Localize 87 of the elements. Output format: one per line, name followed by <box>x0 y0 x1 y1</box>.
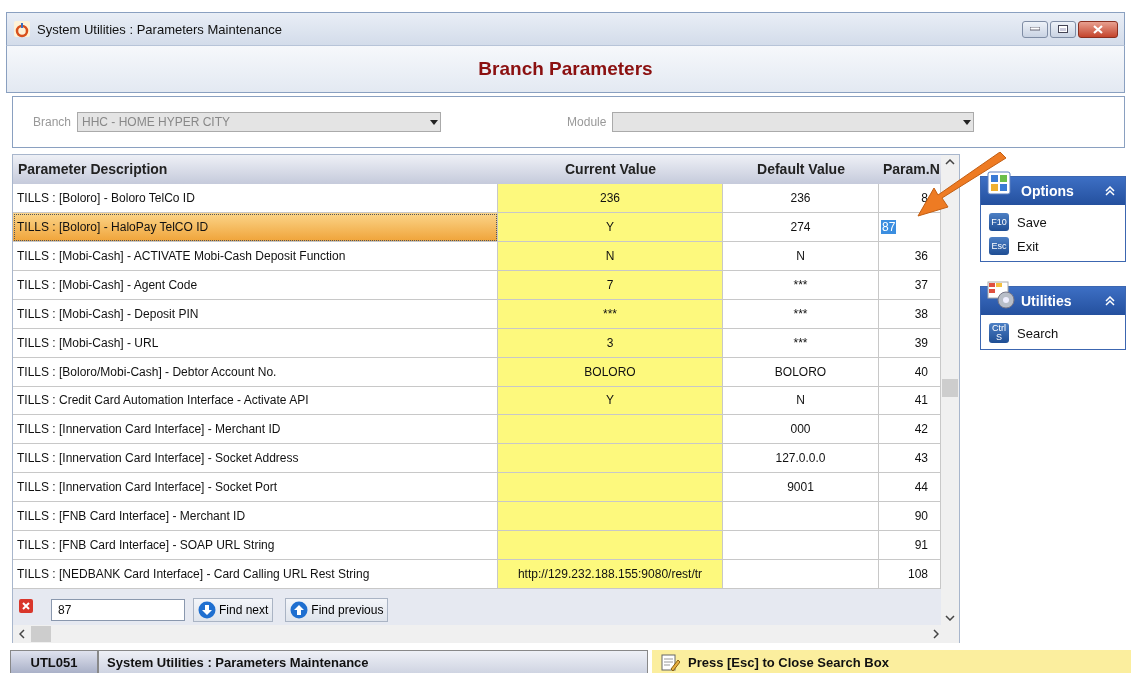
table-cell: *** <box>498 299 723 329</box>
search-field[interactable]: 87 <box>51 599 185 622</box>
table-cell: TILLS : [Innervation Card Interface] - Socket Address <box>13 444 498 474</box>
table-cell: 108 <box>879 560 941 590</box>
table-cell: 274 <box>723 212 879 242</box>
status-hint: Press [Esc] to Close Search Box <box>688 654 889 670</box>
table-cell: TILLS : [Mobi-Cash] - ACTIVATE Mobi-Cash Deposit Function <box>13 241 498 271</box>
table-cell: 9001 <box>723 473 879 503</box>
table-cell: 87 <box>881 219 897 234</box>
table-cell: *** <box>723 270 879 300</box>
menu-item[interactable]: Ctrl S Search <box>989 323 1117 343</box>
table-cell: TILLS : [Mobi-Cash] - Deposit PIN <box>13 299 498 329</box>
table-cell: BOLORO <box>498 357 723 387</box>
table-cell: 37 <box>879 270 941 300</box>
table-cell: 3 <box>498 328 723 358</box>
table-cell: 41 <box>879 386 941 416</box>
window-title: System Utilities : Parameters Maintenance <box>37 21 283 37</box>
collapse-icon[interactable] <box>1105 296 1115 306</box>
scrollbar-thumb[interactable] <box>942 379 958 397</box>
table-cell: 40 <box>879 357 941 387</box>
scroll-left-icon[interactable] <box>19 629 25 639</box>
table-cell: TILLS : [FNB Card Interface] - Merchant ID <box>13 502 498 532</box>
table-cell: *** <box>723 299 879 329</box>
close-button[interactable] <box>1078 20 1118 38</box>
table-cell: 236 <box>723 183 879 213</box>
find-button[interactable]: Find next <box>193 598 274 623</box>
table-cell: 38 <box>879 299 941 329</box>
menu-item[interactable]: F10 Save <box>989 213 1117 231</box>
table-cell: http://129.232.188.155:9080/rest/tr <box>498 560 723 590</box>
table-cell: 91 <box>879 531 941 561</box>
table-cell: N <box>723 241 879 271</box>
dropdown-arrow-icon <box>963 119 972 125</box>
scroll-right-icon[interactable] <box>933 629 939 639</box>
minimize-icon <box>1030 27 1040 31</box>
table-cell: TILLS : [Mobi-Cash] - URL <box>13 328 498 358</box>
shortcut-key: Ctrl S <box>989 323 1009 343</box>
table-cell: BOLORO <box>723 357 879 387</box>
table-cell: Y <box>498 386 723 416</box>
find-button[interactable]: Find previous <box>285 598 389 623</box>
table-cell: N <box>498 241 723 271</box>
table-cell: 42 <box>879 415 941 445</box>
table-cell: 90 <box>879 502 941 532</box>
table-cell: 36 <box>879 241 941 271</box>
maximize-icon <box>1058 25 1068 33</box>
table-cell: TILLS : Credit Card Automation Interface - Activate API <box>13 386 498 416</box>
panel-title: Options <box>1021 183 1075 199</box>
page-heading: Branch Parameters <box>478 58 653 80</box>
column-header[interactable]: Current Value <box>498 155 723 184</box>
shortcut-key: F10 <box>989 213 1009 231</box>
table-cell: TILLS : [Boloro/Mobi-Cash] - Debtor Account No. <box>13 357 498 387</box>
column-header[interactable]: Default Value <box>723 155 879 184</box>
table-cell: 43 <box>879 444 941 474</box>
table-cell: 000 <box>723 415 879 445</box>
scrollbar-thumb[interactable] <box>31 626 51 642</box>
table-cell: TILLS : [Innervation Card Interface] - Socket Port <box>13 473 498 503</box>
close-icon <box>1093 24 1103 34</box>
shortcut-key: Esc <box>989 237 1009 255</box>
table-cell: 127.0.0.0 <box>723 444 879 474</box>
scroll-up-icon[interactable] <box>945 159 955 165</box>
close-icon[interactable] <box>19 599 33 614</box>
menu-item[interactable]: Esc Exit <box>989 237 1117 255</box>
status-code: UTL051 <box>10 650 98 673</box>
dropdown-arrow-icon <box>430 119 439 125</box>
table-cell: TILLS : [Innervation Card Interface] - Merchant ID <box>13 415 498 445</box>
table-cell: Y <box>498 212 723 242</box>
table-cell: 39 <box>879 328 941 358</box>
scroll-down-icon[interactable] <box>945 615 955 621</box>
app-icon <box>13 20 31 38</box>
collapse-icon[interactable] <box>1105 186 1115 196</box>
field-label: Module <box>567 115 607 129</box>
table-cell: TILLS : [Boloro] - HaloPay TelCO ID <box>13 212 498 242</box>
table-cell: TILLS : [Boloro] - Boloro TelCo ID <box>13 183 498 213</box>
status-title: System Utilities : Parameters Maintenance <box>98 650 648 673</box>
table-cell: 44 <box>879 473 941 503</box>
table-cell: N <box>723 386 879 416</box>
table-cell: TILLS : [NEDBANK Card Interface] - Card Calling URL Rest String <box>13 560 498 590</box>
table-cell: 7 <box>498 270 723 300</box>
table-cell: 236 <box>498 183 723 213</box>
table-cell: TILLS : [FNB Card Interface] - SOAP URL String <box>13 531 498 561</box>
table-cell: *** <box>723 328 879 358</box>
column-header[interactable]: Parameter Description <box>13 155 498 184</box>
field-label: Branch <box>33 115 72 129</box>
table-cell: TILLS : [Mobi-Cash] - Agent Code <box>13 270 498 300</box>
notepad-icon <box>660 652 680 672</box>
panel-title: Utilities <box>1021 293 1073 309</box>
maximize-button[interactable] <box>1050 20 1076 38</box>
column-header[interactable]: Param.N <box>879 155 941 184</box>
